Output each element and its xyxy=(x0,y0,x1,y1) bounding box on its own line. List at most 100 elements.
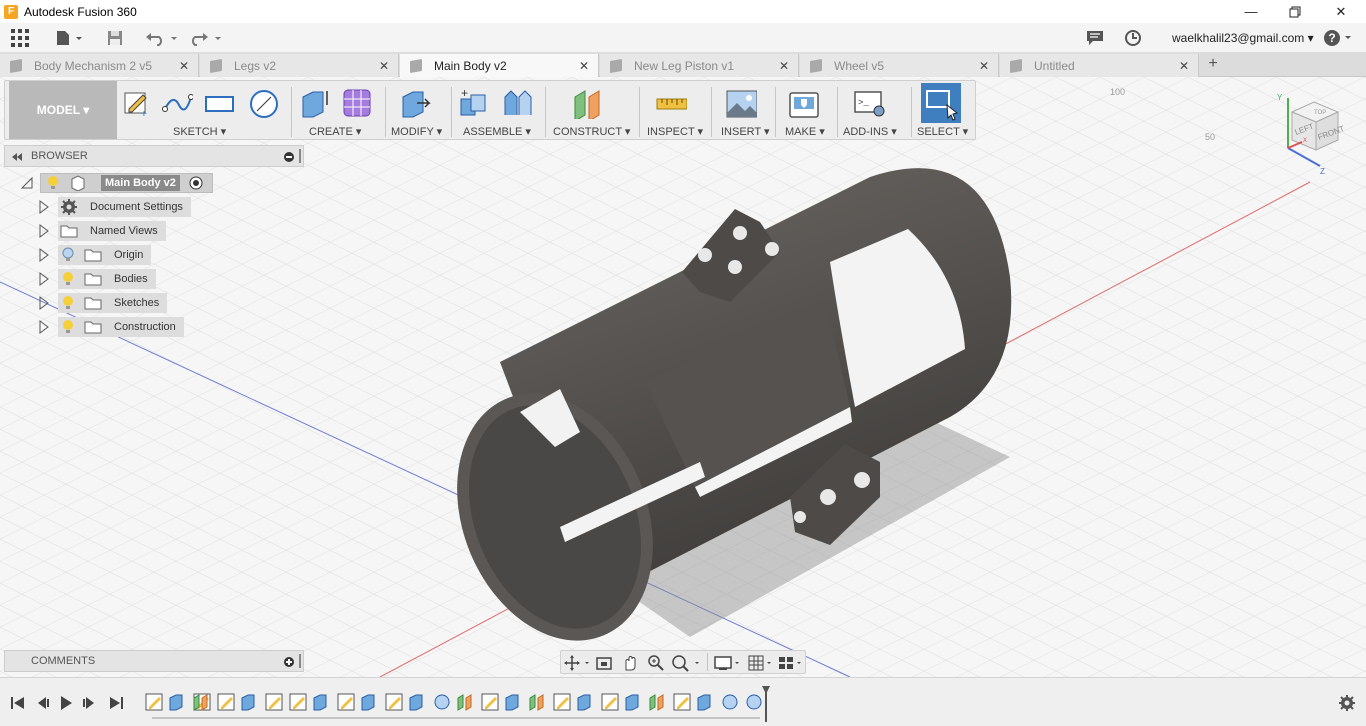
go-to-start-icon[interactable] xyxy=(10,695,26,711)
close-window-button[interactable]: ✕ xyxy=(1318,0,1364,23)
close-icon[interactable]: ✕ xyxy=(378,59,390,73)
save-icon xyxy=(108,31,122,45)
minimize-button[interactable]: — xyxy=(1228,0,1274,23)
measure-icon[interactable] xyxy=(655,87,687,119)
resize-handle[interactable] xyxy=(299,149,301,163)
file-menu-button[interactable] xyxy=(52,28,86,48)
rectangle-icon[interactable] xyxy=(203,87,235,119)
lightbulb-icon[interactable] xyxy=(60,271,76,287)
browser-item-sketches[interactable]: Sketches xyxy=(38,293,168,313)
restore-button[interactable] xyxy=(1272,0,1318,23)
save-button[interactable] xyxy=(104,28,126,48)
expand-triangle-icon[interactable] xyxy=(38,272,50,286)
user-account-menu[interactable]: waelkhalil23@gmail.com ▾ xyxy=(1172,31,1314,45)
browser-item-origin[interactable]: Origin xyxy=(38,245,152,265)
document-settings-label: Document Settings xyxy=(90,201,183,213)
lightbulb-icon[interactable] xyxy=(60,295,76,311)
resize-handle[interactable] xyxy=(299,654,301,668)
pan-hand-icon[interactable] xyxy=(621,654,639,672)
close-icon[interactable]: ✕ xyxy=(778,59,790,73)
orbit-icon[interactable] xyxy=(563,654,591,672)
lightbulb-off-icon[interactable] xyxy=(60,247,76,263)
create-menu[interactable]: CREATE ▾ xyxy=(309,125,361,138)
display-settings-icon[interactable] xyxy=(713,654,743,672)
folder-icon xyxy=(84,321,102,334)
tab-body-mechanism[interactable]: Body Mechanism 2 v5 ✕ xyxy=(0,54,199,77)
view-cube[interactable]: TOP LEFT FRONT Y Z X xyxy=(1272,90,1356,176)
tab-legs[interactable]: Legs v2 ✕ xyxy=(200,54,399,77)
step-back-icon[interactable] xyxy=(34,695,50,711)
offset-plane-icon[interactable] xyxy=(571,87,603,119)
select-tool-button[interactable] xyxy=(921,83,961,123)
browser-item-document-settings[interactable]: Document Settings xyxy=(38,197,191,217)
select-menu[interactable]: SELECT ▾ xyxy=(917,125,968,138)
component-icon xyxy=(71,175,85,191)
play-icon[interactable] xyxy=(58,695,74,711)
viewports-icon[interactable] xyxy=(777,654,805,672)
design-canvas[interactable]: 100 50 xyxy=(0,77,1366,677)
workspace-switcher[interactable]: MODEL ▾ xyxy=(9,81,117,139)
browser-item-construction[interactable]: Construction xyxy=(38,317,184,337)
collapse-triangle-icon[interactable] xyxy=(20,176,34,190)
insert-image-icon[interactable] xyxy=(725,87,757,119)
construct-menu[interactable]: CONSTRUCT ▾ xyxy=(553,125,630,138)
create-sketch-icon[interactable]: + xyxy=(121,87,153,119)
expand-triangle-icon[interactable] xyxy=(38,296,50,310)
scripts-icon[interactable]: >_ xyxy=(853,87,885,119)
help-button[interactable]: ? xyxy=(1322,28,1356,48)
browser-root-item[interactable]: Main Body v2 xyxy=(20,173,213,193)
press-pull-icon[interactable] xyxy=(399,87,431,119)
close-icon[interactable]: ✕ xyxy=(1178,59,1190,73)
tab-wheel[interactable]: Wheel v5 ✕ xyxy=(800,54,999,77)
new-tab-button[interactable]: + xyxy=(1205,55,1221,75)
3d-print-icon[interactable] xyxy=(787,87,819,119)
x-axis-label: X xyxy=(1303,138,1307,144)
timeline-features[interactable] xyxy=(140,684,780,724)
step-forward-icon[interactable] xyxy=(82,695,98,711)
close-icon[interactable]: ✕ xyxy=(578,59,590,73)
go-to-end-icon[interactable] xyxy=(108,695,124,711)
look-at-icon[interactable] xyxy=(595,654,613,672)
new-component-icon[interactable]: + xyxy=(457,87,489,119)
fit-zoom-icon[interactable] xyxy=(671,654,703,672)
expand-triangle-icon[interactable] xyxy=(38,320,50,334)
minus-icon[interactable] xyxy=(283,151,295,163)
job-status-button[interactable] xyxy=(1122,28,1144,48)
joint-icon[interactable] xyxy=(501,87,533,119)
expand-triangle-icon[interactable] xyxy=(38,248,50,262)
comments-toggle-button[interactable] xyxy=(1084,28,1106,48)
add-comment-icon[interactable] xyxy=(283,656,295,668)
zoom-icon[interactable] xyxy=(647,654,665,672)
spline-icon[interactable] xyxy=(161,87,193,119)
form-icon[interactable] xyxy=(341,87,373,119)
tab-new-leg-piston[interactable]: New Leg Piston v1 ✕ xyxy=(600,54,799,77)
undo-button[interactable] xyxy=(144,28,180,48)
tab-main-body[interactable]: Main Body v2 ✕ xyxy=(400,54,599,77)
browser-item-named-views[interactable]: Named Views xyxy=(38,221,166,241)
extrude-icon[interactable] xyxy=(299,87,331,119)
data-panel-button[interactable] xyxy=(8,28,32,48)
grid-settings-icon[interactable] xyxy=(747,654,775,672)
timeline-settings-gear-icon[interactable] xyxy=(1338,694,1356,712)
close-icon[interactable]: ✕ xyxy=(978,59,990,73)
add-ins-menu[interactable]: ADD-INS ▾ xyxy=(843,125,897,138)
circle-icon[interactable] xyxy=(247,87,279,119)
assemble-menu[interactable]: ASSEMBLE ▾ xyxy=(463,125,531,138)
tab-untitled[interactable]: Untitled ✕ xyxy=(1000,54,1199,77)
redo-button[interactable] xyxy=(188,28,224,48)
browser-panel-header[interactable]: BROWSER xyxy=(4,145,304,167)
comments-panel-header[interactable]: COMMENTS xyxy=(4,650,304,672)
collapse-panel-icon[interactable] xyxy=(11,152,23,162)
make-menu[interactable]: MAKE ▾ xyxy=(785,125,825,138)
lightbulb-icon[interactable] xyxy=(60,319,76,335)
inspect-menu[interactable]: INSPECT ▾ xyxy=(647,125,703,138)
insert-menu[interactable]: INSERT ▾ xyxy=(721,125,770,138)
activate-component-icon[interactable] xyxy=(188,175,204,191)
expand-triangle-icon[interactable] xyxy=(38,224,50,238)
modify-menu[interactable]: MODIFY ▾ xyxy=(391,125,442,138)
expand-triangle-icon[interactable] xyxy=(38,200,50,214)
sketch-menu[interactable]: SKETCH ▾ xyxy=(173,125,226,138)
browser-item-bodies[interactable]: Bodies xyxy=(38,269,156,289)
lightbulb-icon[interactable] xyxy=(45,175,63,191)
close-icon[interactable]: ✕ xyxy=(178,59,190,73)
